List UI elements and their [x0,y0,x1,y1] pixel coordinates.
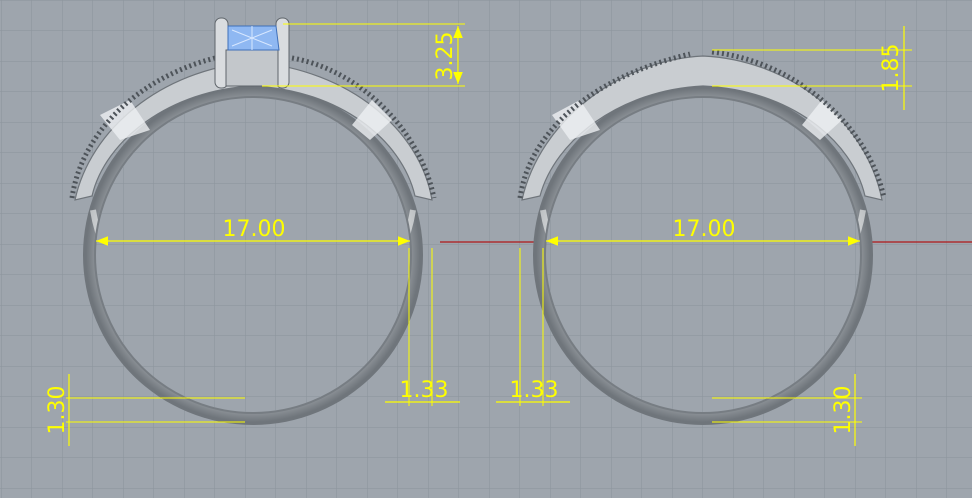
dim-text: 17.00 [673,217,736,242]
dim-text: 3.25 [433,32,458,81]
dim-text: 1.85 [879,44,904,93]
ring-grid-inside [546,98,860,412]
dim-text: 1.33 [400,378,449,403]
gemstone [227,25,280,51]
dim-text: 1.33 [510,378,559,403]
dim-text: 17.00 [223,217,286,242]
setting-gallery [225,49,279,87]
dim-text: 1.30 [45,386,70,435]
ring-grid-inside [96,98,410,412]
cad-viewport[interactable]: 17.00 3.25 1.33 1.30 17.00 1.85 1.33 1.3… [0,0,972,498]
dim-text: 1.30 [831,386,856,435]
